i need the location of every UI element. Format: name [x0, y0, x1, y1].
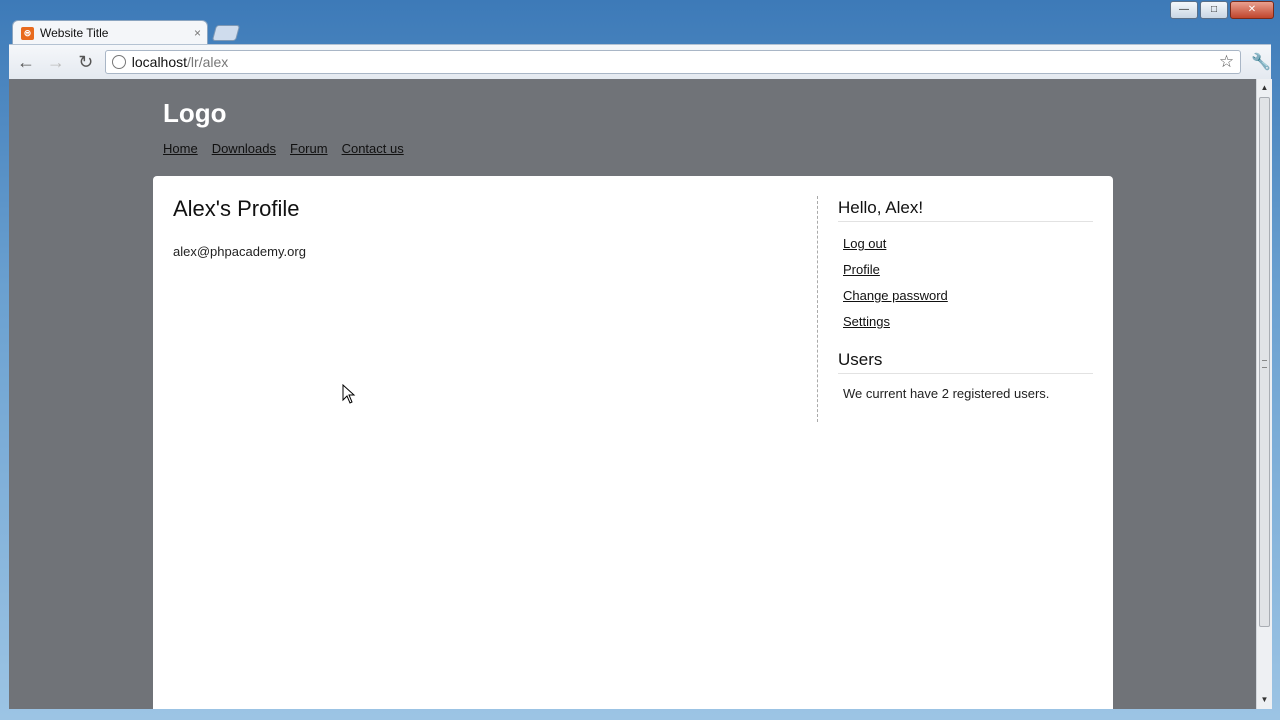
url-host: localhost: [131, 54, 188, 70]
tab-title: Website Title: [40, 26, 109, 40]
profile-link[interactable]: Profile: [843, 262, 880, 277]
vertical-scrollbar[interactable]: ▲ ▼: [1256, 79, 1272, 709]
url-path: /lr/alex: [187, 54, 229, 70]
tab-strip: ⊜ Website Title ×: [12, 19, 241, 45]
grip-icon: [1262, 360, 1267, 368]
browser-window: — □ ✕ ⊜ Website Title × ← → ↻ localhost /…: [0, 0, 1280, 720]
account-links: Log out Profile Change password Settings: [843, 236, 1092, 340]
change-password-link[interactable]: Change password: [843, 288, 948, 303]
reload-icon[interactable]: ↻: [73, 52, 99, 73]
main-content: Alex's Profile alex@phpacademy.org: [173, 196, 793, 259]
site-header: Logo Home Downloads Forum Contact us: [163, 98, 404, 156]
nav-link-downloads[interactable]: Downloads: [212, 141, 276, 156]
list-item: Settings: [843, 314, 1092, 340]
new-tab-button[interactable]: [211, 25, 241, 41]
globe-icon: [111, 55, 126, 69]
nav-link-forum[interactable]: Forum: [290, 141, 328, 156]
list-item: Change password: [843, 288, 1092, 314]
sidebar: Hello, Alex! Log out Profile Change pass…: [817, 196, 1093, 422]
settings-link[interactable]: Settings: [843, 314, 890, 329]
site-logo: Logo: [163, 98, 227, 128]
page-viewport: Logo Home Downloads Forum Contact us Ale…: [9, 79, 1256, 709]
users-count-text: We current have 2 registered users.: [843, 386, 1050, 401]
scroll-thumb[interactable]: [1259, 97, 1270, 627]
maximize-button[interactable]: □: [1200, 1, 1228, 19]
browser-toolbar: ← → ↻ localhost/lr/alex ☆ 🔧: [9, 44, 1271, 79]
bookmark-star-icon[interactable]: ☆: [1219, 52, 1234, 72]
profile-email: alex@phpacademy.org: [173, 244, 306, 259]
tab-website-title[interactable]: ⊜ Website Title ×: [12, 20, 208, 45]
window-controls: — □ ✕: [1170, 1, 1274, 19]
logout-link[interactable]: Log out: [843, 236, 886, 251]
greeting-heading: Hello, Alex!: [838, 196, 1093, 222]
content-container: Alex's Profile alex@phpacademy.org Hello…: [153, 176, 1113, 709]
close-tab-icon[interactable]: ×: [194, 26, 201, 40]
nav-link-contact-us[interactable]: Contact us: [342, 141, 404, 156]
page-title: Alex's Profile: [173, 196, 300, 221]
minimize-button[interactable]: —: [1170, 1, 1198, 19]
scroll-down-icon[interactable]: ▼: [1257, 693, 1272, 707]
forward-icon[interactable]: →: [43, 52, 69, 73]
scroll-up-icon[interactable]: ▲: [1257, 81, 1272, 95]
users-heading: Users: [838, 348, 1093, 374]
wrench-menu-icon[interactable]: 🔧: [1251, 52, 1271, 72]
back-icon[interactable]: ←: [13, 52, 39, 73]
address-bar[interactable]: localhost/lr/alex ☆: [104, 50, 1242, 74]
list-item: Log out: [843, 236, 1092, 262]
close-window-button[interactable]: ✕: [1230, 1, 1274, 19]
xampp-favicon-icon: ⊜: [21, 26, 34, 40]
site-nav: Home Downloads Forum Contact us: [163, 141, 404, 156]
nav-link-home[interactable]: Home: [163, 141, 198, 156]
list-item: Profile: [843, 262, 1092, 288]
